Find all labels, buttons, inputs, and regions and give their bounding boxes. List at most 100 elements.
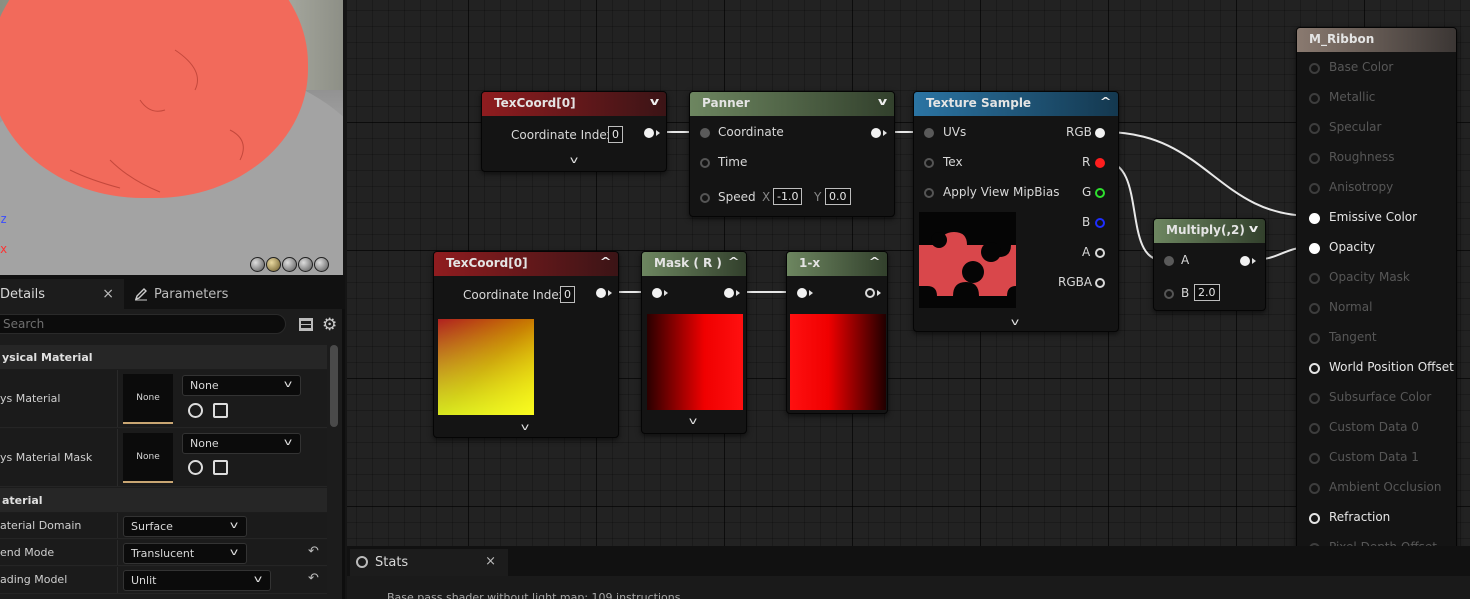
cylinder-preview-button[interactable]: [250, 257, 265, 272]
panner-node[interactable]: Panner v Coordinate Time Speed X -1.0 Y 0…: [689, 91, 895, 217]
speed-input-pin[interactable]: [700, 193, 710, 203]
expand-chevron-icon[interactable]: v: [570, 155, 578, 166]
a-input-pin[interactable]: [1164, 256, 1174, 266]
reset-to-default-icon[interactable]: ↶: [308, 571, 319, 586]
expand-chevron-icon[interactable]: v: [689, 416, 697, 427]
texcoord-node[interactable]: TexCoord[0] ^ Coordinate Index 0 v: [433, 251, 619, 438]
sphere-preview-button[interactable]: [266, 257, 281, 272]
output-pin[interactable]: [596, 288, 606, 298]
mipbias-input-pin[interactable]: [924, 188, 934, 198]
output-pin[interactable]: [865, 288, 875, 298]
node-header[interactable]: M_Ribbon: [1297, 28, 1456, 52]
material-graph[interactable]: TexCoord[0] v Coordinate Index 0 v Panner…: [347, 0, 1470, 546]
rgb-output-pin[interactable]: [1095, 128, 1105, 138]
node-header[interactable]: Panner v: [690, 92, 894, 116]
multiply-node[interactable]: Multiply(,2) v A B 2.0: [1153, 218, 1266, 311]
tex-input-pin[interactable]: [924, 158, 934, 168]
texcoord-node[interactable]: TexCoord[0] v Coordinate Index 0 v: [481, 91, 667, 172]
output-pin[interactable]: [644, 128, 654, 138]
input-pin[interactable]: [652, 288, 662, 298]
browse-asset-icon[interactable]: [213, 403, 228, 418]
b-input-pin[interactable]: [1164, 289, 1174, 299]
material-result-node[interactable]: M_Ribbon Base Color Metallic Specular Rough…: [1296, 27, 1457, 546]
search-input[interactable]: [0, 314, 286, 334]
output-pin[interactable]: [871, 128, 881, 138]
result-input-pin[interactable]: [1309, 333, 1320, 344]
result-input-pin[interactable]: [1309, 513, 1320, 524]
shading-model-combo[interactable]: Unlit v: [123, 570, 271, 591]
custom-mesh-preview-button[interactable]: [314, 257, 329, 272]
chevron-up-icon[interactable]: ^: [727, 255, 739, 268]
node-header[interactable]: Multiply(,2) v: [1154, 219, 1265, 243]
reset-to-default-icon[interactable]: ↶: [308, 544, 319, 559]
g-output-pin[interactable]: [1095, 188, 1105, 198]
gear-icon[interactable]: ⚙: [322, 315, 337, 335]
result-input-pin[interactable]: [1309, 453, 1320, 464]
tab-parameters[interactable]: Parameters: [128, 279, 308, 309]
phys-material-mask-combo[interactable]: None v: [182, 433, 301, 454]
node-header[interactable]: 1-x ^: [787, 252, 887, 276]
rgba-output-pin[interactable]: [1095, 278, 1105, 288]
expand-chevron-icon[interactable]: v: [521, 422, 529, 433]
chevron-down-icon[interactable]: v: [650, 95, 659, 108]
browse-asset-icon[interactable]: [213, 460, 228, 475]
phys-material-combo[interactable]: None v: [182, 375, 301, 396]
chevron-up-icon[interactable]: ^: [1099, 95, 1111, 108]
one-minus-node[interactable]: 1-x ^: [786, 251, 888, 414]
tab-details[interactable]: Details ×: [0, 279, 124, 309]
use-selected-asset-icon[interactable]: [188, 403, 203, 418]
speed-y-input[interactable]: 0.0: [825, 188, 851, 205]
result-input-pin[interactable]: [1309, 243, 1320, 254]
blend-mode-combo[interactable]: Translucent v: [123, 543, 247, 564]
expand-chevron-icon[interactable]: v: [1011, 317, 1019, 328]
plane-preview-button[interactable]: [282, 257, 297, 272]
node-header[interactable]: TexCoord[0] ^: [434, 252, 618, 276]
b-output-pin[interactable]: [1095, 218, 1105, 228]
node-header[interactable]: Mask ( R ) ^: [642, 252, 746, 276]
result-input-pin[interactable]: [1309, 153, 1320, 164]
use-selected-asset-icon[interactable]: [188, 460, 203, 475]
time-input-pin[interactable]: [700, 158, 710, 168]
table-view-icon[interactable]: [299, 318, 313, 331]
chevron-down-icon[interactable]: v: [878, 95, 887, 108]
result-input-pin[interactable]: [1309, 273, 1320, 284]
chevron-up-icon[interactable]: ^: [599, 255, 611, 268]
mask-node[interactable]: Mask ( R ) ^ v: [641, 251, 747, 434]
r-output-pin[interactable]: [1095, 158, 1105, 168]
result-input-pin[interactable]: [1309, 123, 1320, 134]
coordinate-index-input[interactable]: 0: [608, 126, 623, 143]
node-header[interactable]: TexCoord[0] v: [482, 92, 666, 116]
phys-material-thumbnail[interactable]: None: [123, 374, 173, 424]
texture-sample-node[interactable]: Texture Sample ^ UVs Tex Apply View MipBi…: [913, 91, 1119, 332]
result-input-pin[interactable]: [1309, 303, 1320, 314]
a-output-pin[interactable]: [1095, 248, 1105, 258]
uvs-input-pin[interactable]: [924, 128, 934, 138]
result-input-pin[interactable]: [1309, 183, 1320, 194]
details-scrollbar[interactable]: [330, 345, 338, 427]
section-material[interactable]: aterial: [0, 488, 327, 512]
result-input-pin[interactable]: [1309, 423, 1320, 434]
speed-x-input[interactable]: -1.0: [773, 188, 803, 205]
result-input-pin[interactable]: [1309, 363, 1320, 374]
node-header[interactable]: Texture Sample ^: [914, 92, 1118, 116]
close-icon[interactable]: ×: [485, 554, 496, 569]
section-physical-material[interactable]: ysical Material: [0, 345, 327, 369]
chevron-up-icon[interactable]: ^: [868, 255, 880, 268]
preview-viewport[interactable]: z x: [0, 0, 343, 275]
result-input-pin[interactable]: [1309, 393, 1320, 404]
cube-preview-button[interactable]: [298, 257, 313, 272]
tab-stats[interactable]: Stats ×: [350, 549, 508, 576]
coordinate-input-pin[interactable]: [700, 128, 710, 138]
output-pin[interactable]: [724, 288, 734, 298]
coordinate-index-input[interactable]: 0: [560, 286, 575, 303]
material-domain-combo[interactable]: Surface v: [123, 516, 247, 537]
chevron-down-icon[interactable]: v: [1249, 222, 1258, 235]
input-pin[interactable]: [797, 288, 807, 298]
close-icon[interactable]: ×: [102, 286, 114, 302]
result-input-pin[interactable]: [1309, 213, 1320, 224]
phys-material-mask-thumbnail[interactable]: None: [123, 433, 173, 483]
result-input-pin[interactable]: [1309, 63, 1320, 74]
b-value-input[interactable]: 2.0: [1194, 284, 1220, 301]
result-input-pin[interactable]: [1309, 93, 1320, 104]
result-input-pin[interactable]: [1309, 483, 1320, 494]
